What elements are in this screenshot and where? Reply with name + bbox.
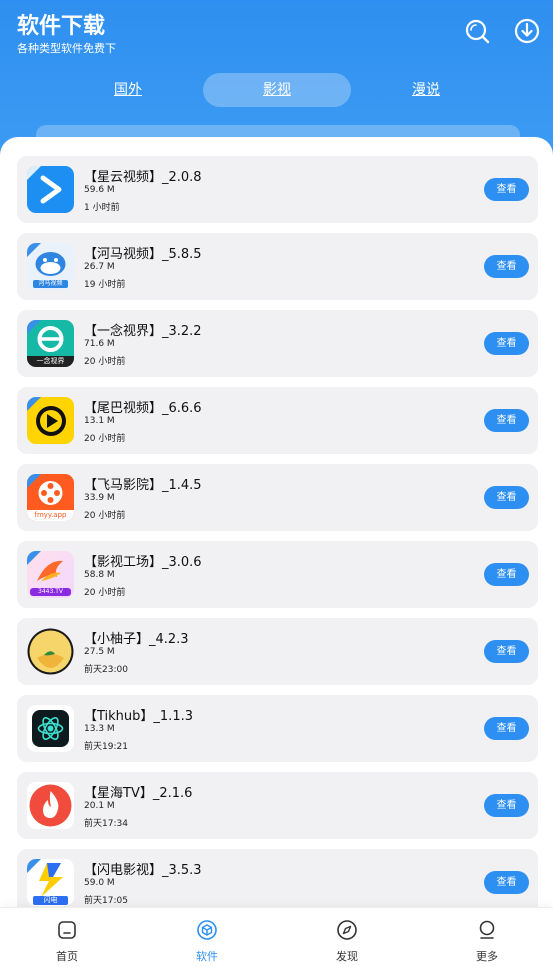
app-time: 20 小时前 bbox=[84, 588, 126, 598]
list-item[interactable]: 【星海TV】_2.1.6 20.1 M 前天17:34 查看 bbox=[17, 772, 538, 839]
view-button[interactable]: 查看 bbox=[484, 794, 529, 817]
download-icon[interactable] bbox=[514, 18, 540, 44]
view-button[interactable]: 查看 bbox=[484, 640, 529, 663]
app-name: 【影视工场】_3.0.6 bbox=[84, 555, 202, 570]
category-tabs: 国外 影视 漫说 bbox=[0, 73, 553, 107]
atom-icon bbox=[27, 705, 74, 752]
app-time: 前天17:34 bbox=[84, 819, 128, 829]
app-size: 20.1 M bbox=[84, 801, 115, 811]
app-name: 【星海TV】_2.1.6 bbox=[84, 786, 193, 801]
bottom-nav: 首页 软件 发现 更多 bbox=[0, 907, 553, 967]
app-name: 【飞马影院】_1.4.5 bbox=[84, 478, 202, 493]
list-item[interactable]: 3443.TV 【影视工场】_3.0.6 58.8 M 20 小时前 查看 bbox=[17, 541, 538, 608]
play-circle-icon bbox=[27, 397, 74, 444]
lightning-icon: 闪电 bbox=[27, 859, 74, 906]
list-item[interactable]: 【Tikhub】_1.1.3 13.3 M 前天19:21 查看 bbox=[17, 695, 538, 762]
icon-caption: 闪电 bbox=[43, 896, 58, 904]
app-name: 【一念视界】_3.2.2 bbox=[84, 324, 202, 339]
nav-more[interactable]: 更多 bbox=[437, 908, 537, 967]
app-time: 前天17:05 bbox=[84, 896, 128, 906]
nav-label: 首页 bbox=[56, 950, 78, 963]
tab-manga[interactable]: 漫说 bbox=[352, 73, 500, 107]
tab-foreign[interactable]: 国外 bbox=[54, 73, 202, 107]
app-time: 前天23:00 bbox=[84, 665, 128, 675]
flame-bird-icon: 3443.TV bbox=[27, 551, 74, 598]
nav-label: 发现 bbox=[336, 950, 358, 963]
list-item[interactable]: 闪电 【闪电影视】_3.5.3 59.0 M 前天17:05 查看 bbox=[17, 849, 538, 916]
view-button[interactable]: 查看 bbox=[484, 563, 529, 586]
swirl-e-icon: 一念视界 bbox=[27, 320, 74, 367]
app-size: 13.3 M bbox=[84, 724, 115, 734]
app-size: 59.0 M bbox=[84, 878, 115, 888]
app-time: 1 小时前 bbox=[84, 203, 120, 213]
view-button[interactable]: 查看 bbox=[484, 178, 529, 201]
nav-software[interactable]: 软件 bbox=[157, 908, 257, 967]
compass-icon bbox=[337, 920, 357, 940]
app-time: 19 小时前 bbox=[84, 280, 126, 290]
view-button[interactable]: 查看 bbox=[484, 255, 529, 278]
list-item[interactable]: 【小柚子】_4.2.3 27.5 M 前天23:00 查看 bbox=[17, 618, 538, 685]
icon-caption: 河马视频 bbox=[38, 280, 63, 287]
app-time: 20 小时前 bbox=[84, 357, 126, 367]
app-time: 20 小时前 bbox=[84, 434, 126, 444]
list-item[interactable]: 【星云视频】_2.0.8 59.6 M 1 小时前 查看 bbox=[17, 156, 538, 223]
hippo-icon: 河马视频 bbox=[27, 243, 74, 290]
film-reel-icon: fmyy.app bbox=[27, 474, 74, 521]
app-size: 59.6 M bbox=[84, 185, 115, 195]
icon-caption: 3443.TV bbox=[38, 588, 63, 595]
cube-icon bbox=[197, 920, 217, 940]
list-item[interactable]: 河马视频 【河马视频】_5.8.5 26.7 M 19 小时前 查看 bbox=[17, 233, 538, 300]
nav-label: 软件 bbox=[196, 950, 218, 963]
play-arrow-icon bbox=[27, 166, 74, 213]
app-time: 前天19:21 bbox=[84, 742, 128, 752]
app-name: 【Tikhub】_1.1.3 bbox=[84, 709, 193, 724]
app-size: 27.5 M bbox=[84, 647, 115, 657]
app-name: 【河马视频】_5.8.5 bbox=[84, 247, 202, 262]
view-button[interactable]: 查看 bbox=[484, 409, 529, 432]
view-button[interactable]: 查看 bbox=[484, 871, 529, 894]
view-button[interactable]: 查看 bbox=[484, 717, 529, 740]
app-time: 20 小时前 bbox=[84, 511, 126, 521]
nav-home[interactable]: 首页 bbox=[17, 908, 117, 967]
icon-caption: fmyy.app bbox=[34, 511, 67, 519]
app-name: 【小柚子】_4.2.3 bbox=[84, 632, 189, 647]
app-size: 71.6 M bbox=[84, 339, 115, 349]
page-title: 软件下载 bbox=[17, 14, 106, 39]
icon-caption: 一念视界 bbox=[36, 357, 65, 365]
flame-icon bbox=[27, 782, 74, 829]
app-name: 【闪电影视】_3.5.3 bbox=[84, 863, 202, 878]
nav-label: 更多 bbox=[476, 950, 498, 963]
app-size: 33.9 M bbox=[84, 493, 115, 503]
profile-icon bbox=[479, 920, 495, 939]
view-button[interactable]: 查看 bbox=[484, 332, 529, 355]
search-icon[interactable] bbox=[464, 18, 490, 44]
list-item[interactable]: 【尾巴视频】_6.6.6 13.1 M 20 小时前 查看 bbox=[17, 387, 538, 454]
app-name: 【星云视频】_2.0.8 bbox=[84, 170, 202, 185]
app-list: 【星云视频】_2.0.8 59.6 M 1 小时前 查看 河马视频 【河马视频】… bbox=[0, 137, 553, 967]
app-size: 13.1 M bbox=[84, 416, 115, 426]
home-icon bbox=[58, 921, 76, 939]
pomelo-icon bbox=[27, 628, 74, 675]
list-item[interactable]: 一念视界 【一念视界】_3.2.2 71.6 M 20 小时前 查看 bbox=[17, 310, 538, 377]
page-subtitle: 各种类型软件免费下 bbox=[17, 42, 116, 55]
list-item[interactable]: fmyy.app 【飞马影院】_1.4.5 33.9 M 20 小时前 查看 bbox=[17, 464, 538, 531]
app-name: 【尾巴视频】_6.6.6 bbox=[84, 401, 202, 416]
app-size: 26.7 M bbox=[84, 262, 115, 272]
app-size: 58.8 M bbox=[84, 570, 115, 580]
nav-discover[interactable]: 发现 bbox=[297, 908, 397, 967]
tab-video[interactable]: 影视 bbox=[203, 73, 351, 107]
view-button[interactable]: 查看 bbox=[484, 486, 529, 509]
